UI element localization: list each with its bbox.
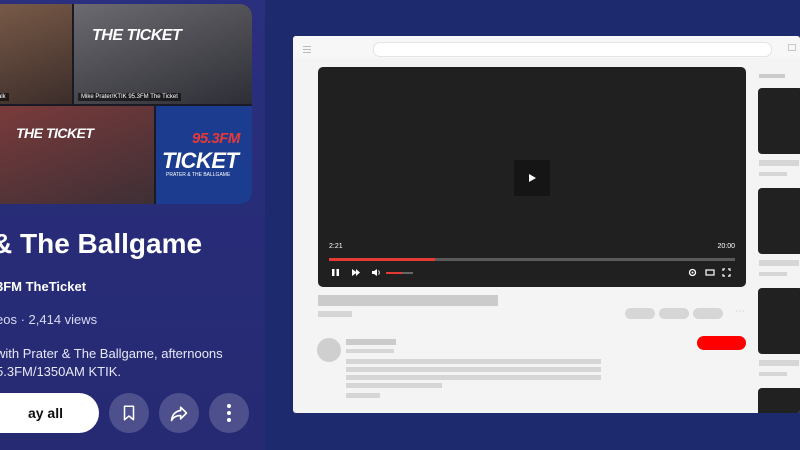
cast-icon: [788, 44, 796, 51]
thumbnail-caption: Talk: [0, 93, 9, 101]
avatar-placeholder: [317, 338, 341, 362]
logo-text: THE TICKET: [92, 27, 182, 44]
more-options-icon: [227, 404, 231, 422]
subscribe-button-placeholder[interactable]: [697, 336, 746, 350]
fullscreen-icon[interactable]: [722, 268, 731, 277]
logo-text: THE TICKET: [16, 125, 94, 141]
next-icon[interactable]: [351, 268, 361, 277]
action-placeholder: [693, 308, 723, 319]
logo-subtitle: PRATER & THE BALLGAME: [166, 172, 231, 178]
volume-slider[interactable]: [386, 272, 413, 274]
theater-mode-icon[interactable]: [705, 268, 715, 277]
ticket-logo: 95.3FM TICKET: [162, 128, 240, 172]
save-icon: [123, 405, 135, 421]
channel-name[interactable]: 3FM TheTicket: [0, 279, 86, 294]
mock-top-bar: [293, 36, 800, 58]
playlist-stats: eos · 2,414 views: [0, 312, 98, 327]
ticket-logo: THE TICKET: [16, 125, 94, 141]
sidebar-placeholder: [759, 172, 787, 176]
ticket-logo: THE TICKET: [92, 27, 182, 44]
playlist-title: & The Ballgame: [0, 228, 203, 259]
more-options-button[interactable]: [209, 393, 249, 433]
thumbnail-cell: THE TICKET: [0, 106, 154, 204]
action-placeholder: [625, 308, 655, 319]
total-time: 20:00: [717, 243, 735, 250]
playlist-thumbnail[interactable]: Talk THE TICKET Mike Prater/KTIK 95.3FM …: [0, 4, 252, 204]
thumbnail-cell: Talk: [0, 4, 72, 104]
sidebar-placeholder: [759, 372, 787, 376]
sidebar-placeholder: [759, 360, 799, 366]
description-line: 5.3FM/1350AM KTIK.: [0, 364, 121, 379]
volume-icon[interactable]: [371, 268, 381, 277]
text-placeholder: [346, 383, 442, 388]
related-thumbnail[interactable]: [758, 288, 800, 354]
share-icon: [170, 406, 188, 422]
pause-icon[interactable]: [331, 268, 340, 277]
sidebar-placeholder: [759, 160, 799, 166]
sidebar-placeholder: [759, 272, 787, 276]
text-placeholder: [346, 359, 601, 364]
subtitle-placeholder: [318, 311, 352, 317]
progress-fill: [329, 258, 435, 261]
mock-search-bar: [373, 42, 772, 57]
thumbnail-cell: 95.3FM TICKET PRATER & THE BALLGAME: [156, 106, 252, 204]
thumbnail-cell: THE TICKET Mike Prater/KTIK 95.3FM The T…: [74, 4, 252, 104]
mock-browser-window: 2:21 20:00 ⋯: [293, 36, 800, 413]
play-icon: [529, 174, 536, 182]
related-thumbnail[interactable]: [758, 388, 800, 413]
volume-fill: [386, 272, 403, 274]
related-thumbnail[interactable]: [758, 188, 800, 254]
related-thumbnail[interactable]: [758, 88, 800, 154]
playlist-description: with Prater & The Ballgame, afternoons 5…: [0, 345, 223, 381]
save-button[interactable]: [109, 393, 149, 433]
text-placeholder: [346, 367, 601, 372]
logo-frequency: 95.3FM: [192, 130, 240, 147]
center-play-button[interactable]: [514, 160, 550, 196]
sidebar-placeholder: [759, 260, 799, 266]
share-button[interactable]: [159, 393, 199, 433]
menu-icon: [303, 46, 311, 55]
settings-icon[interactable]: [688, 268, 697, 277]
logo-text: TICKET: [162, 148, 239, 173]
text-placeholder: [346, 393, 380, 398]
text-placeholder: [346, 349, 394, 353]
thumbnail-caption: Mike Prater/KTIK 95.3FM The Ticket: [78, 93, 181, 101]
current-time: 2:21: [329, 243, 343, 250]
sidebar-placeholder: [759, 74, 785, 78]
progress-bar[interactable]: [329, 258, 735, 261]
play-all-button[interactable]: ay all: [0, 393, 99, 433]
text-placeholder: [346, 375, 601, 380]
text-placeholder: [346, 339, 396, 345]
title-placeholder: [318, 295, 498, 306]
description-line: with Prater & The Ballgame, afternoons: [0, 346, 223, 361]
video-player[interactable]: 2:21 20:00: [318, 67, 746, 287]
action-placeholder: [659, 308, 689, 319]
playlist-panel: Talk THE TICKET Mike Prater/KTIK 95.3FM …: [0, 0, 265, 450]
more-dots-icon: ⋯: [735, 306, 745, 317]
